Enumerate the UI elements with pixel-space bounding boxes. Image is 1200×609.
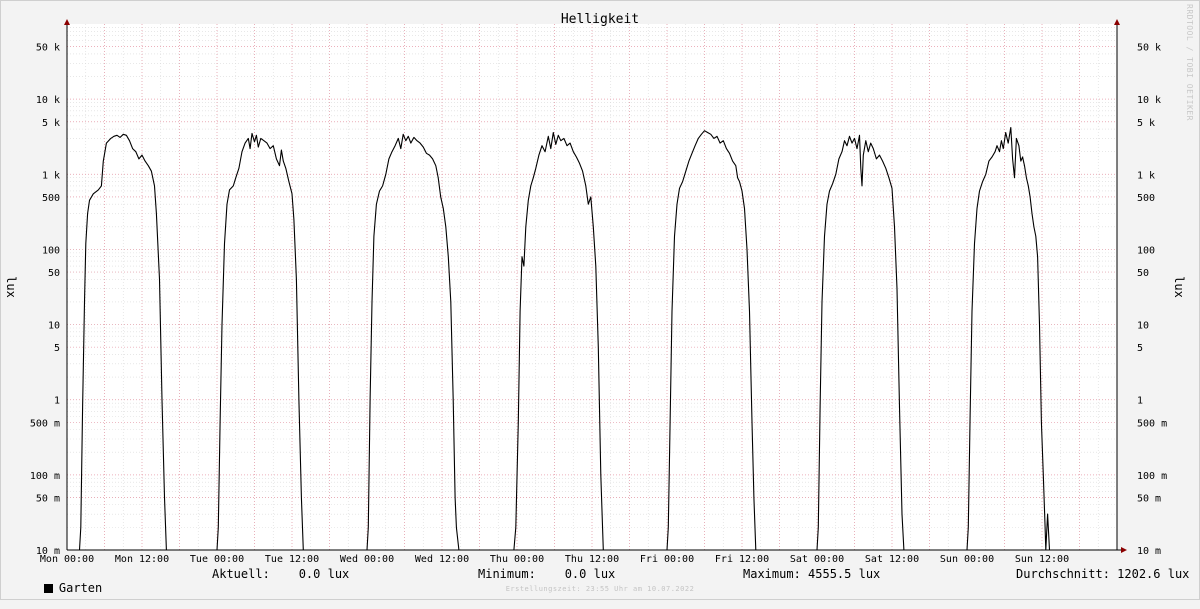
y-tick-label-right: 10 k [1137, 95, 1161, 106]
y-tick-label-left: 5 k [42, 118, 60, 129]
x-tick-label: Sat 12:00 [865, 554, 919, 565]
x-tick-label: Thu 12:00 [565, 554, 619, 565]
y-tick-label-right: 5 [1137, 343, 1143, 354]
x-tick-label: Tue 00:00 [190, 554, 244, 565]
x-tick-labels: Mon 00:00 Mon 12:00 Tue 00:00 Tue 12:00 Wed … [40, 554, 1069, 565]
y-tick-label-right: 100 [1137, 245, 1155, 256]
x-axis-arrow [1121, 547, 1127, 553]
y-axis-label-left: lux [4, 276, 18, 298]
x-tick-label: Sun 00:00 [940, 554, 994, 565]
legend-current: Aktuell: 0.0 lux [212, 567, 350, 581]
rrdtool-watermark: RRDTOOL / TOBI OETIKER [1185, 4, 1194, 121]
y-tick-label-right: 50 k [1137, 43, 1161, 54]
y-tick-label-left: 1 k [42, 170, 60, 181]
x-tick-label: Fri 12:00 [715, 554, 769, 565]
y-tick-label-right: 1 k [1137, 170, 1155, 181]
chart-title: Helligkeit [561, 12, 639, 27]
y-tick-label-left: 50 [48, 268, 60, 279]
y-tick-label-right: 10 m [1137, 546, 1161, 557]
y-tick-label-right: 50 m [1137, 493, 1161, 504]
x-tick-label: Wed 00:00 [340, 554, 394, 565]
legend-minimum: Minimum: 0.0 lux [478, 567, 616, 581]
x-tick-label: Sun 12:00 [1015, 554, 1069, 565]
creation-time-footer: Erstellungszeit: 23:55 Uhr am 10.07.2022 [505, 585, 695, 593]
y-tick-label-right: 10 [1137, 321, 1149, 332]
y-tick-label-left: 100 m [30, 471, 60, 482]
y-tick-labels-left: 50 k 10 k 5 k 1 k 500 100 50 10 5 1 500 m 100 m 50 m… [30, 43, 60, 557]
y-tick-labels-right: 50 k 10 k 5 k 1 k 500 100 50 10 5 1 500 m 100 m 50 m… [1137, 43, 1167, 557]
y-tick-label-left: 1 [54, 396, 60, 407]
x-tick-label: Mon 00:00 [40, 554, 94, 565]
x-tick-label: Mon 12:00 [115, 554, 169, 565]
x-tick-label: Sat 00:00 [790, 554, 844, 565]
x-tick-label: Thu 00:00 [490, 554, 544, 565]
y-tick-label-right: 500 [1137, 193, 1155, 204]
legend-average: Durchschnitt: 1202.6 lux [1016, 567, 1190, 581]
x-tick-label: Tue 12:00 [265, 554, 319, 565]
y-tick-label-left: 50 m [36, 493, 60, 504]
chart-image: 50 k 10 k 5 k 1 k 500 100 50 10 5 1 500 m 100 m 50 m… [0, 0, 1200, 600]
y-axis-label-right: lux [1172, 276, 1186, 298]
y-tick-label-right: 50 [1137, 268, 1149, 279]
x-tick-label: Fri 00:00 [640, 554, 694, 565]
x-tick-label: Wed 12:00 [415, 554, 469, 565]
y-tick-label-left: 50 k [36, 43, 60, 54]
y-tick-label-left: 10 k [36, 95, 60, 106]
y-tick-label-right: 100 m [1137, 471, 1167, 482]
y-tick-label-left: 500 [42, 193, 60, 204]
y-axis-arrow-left [64, 19, 70, 25]
y-tick-label-left: 10 [48, 321, 60, 332]
y-tick-label-right: 500 m [1137, 418, 1167, 429]
y-tick-label-left: 500 m [30, 418, 60, 429]
legend-maximum: Maximum: 4555.5 lux [743, 567, 881, 581]
y-tick-label-right: 1 [1137, 396, 1143, 407]
chart-svg: 50 k 10 k 5 k 1 k 500 100 50 10 5 1 500 m 100 m 50 m… [4, 12, 1186, 565]
y-tick-label-left: 100 [42, 245, 60, 256]
y-axis-arrow-right [1114, 19, 1120, 25]
y-tick-label-right: 5 k [1137, 118, 1155, 129]
y-tick-label-left: 5 [54, 343, 60, 354]
